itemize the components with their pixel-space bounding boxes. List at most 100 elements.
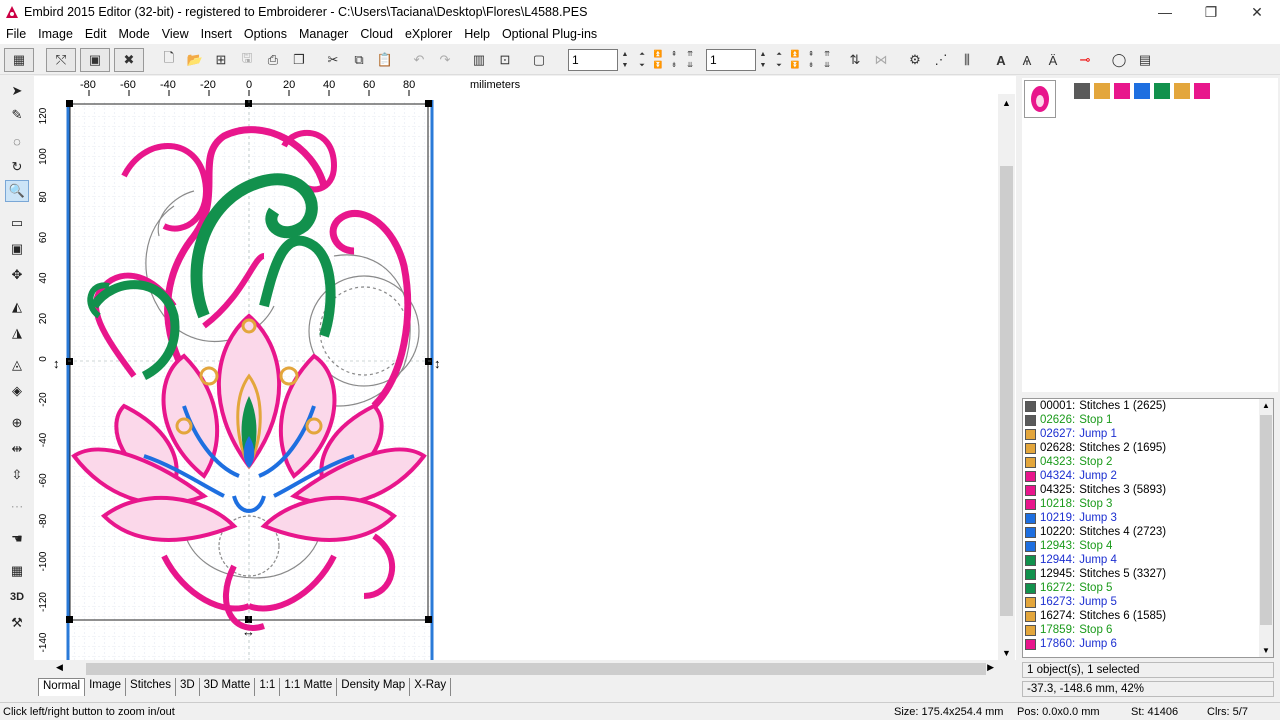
end-first-button[interactable]: ⏶ ⏷: [773, 49, 785, 71]
palette-swatch[interactable]: [1074, 83, 1090, 99]
tab-1-1[interactable]: 1:1: [255, 678, 281, 696]
menu-cloud[interactable]: Cloud: [354, 27, 399, 41]
page-icon[interactable]: ▦: [5, 560, 29, 582]
stitch-list-row[interactable]: 02627: Jump 1: [1023, 427, 1273, 441]
monogram-icon[interactable]: Ѧ: [1016, 49, 1038, 71]
stitch-list-row[interactable]: 16272: Stop 5: [1023, 581, 1273, 595]
freehand-select-icon[interactable]: ◌: [5, 130, 29, 152]
copy-page-icon[interactable]: ❐: [288, 49, 310, 71]
stitch-list-scrollbar[interactable]: ▲ ▼: [1259, 399, 1273, 657]
tab-density-map[interactable]: Density Map: [337, 678, 411, 696]
stitch-list-row[interactable]: 10218: Stop 3: [1023, 497, 1273, 511]
close-button[interactable]: ✕: [1234, 0, 1280, 24]
palette-swatch[interactable]: [1134, 83, 1150, 99]
end-next-button[interactable]: ⇈ ⇊: [821, 49, 833, 71]
end-jump-button[interactable]: ⏫ ⏬: [789, 49, 801, 71]
hand-icon[interactable]: ☚: [5, 528, 29, 550]
shape-icon[interactable]: ◯: [1108, 49, 1130, 71]
optimize-icon[interactable]: ⚙: [904, 49, 926, 71]
horizontal-scroll-thumb[interactable]: [86, 663, 986, 675]
stitch-list-row[interactable]: 17860: Jump 6: [1023, 637, 1273, 651]
machine-icon[interactable]: ⚒: [5, 612, 29, 634]
cut-icon[interactable]: ✂: [322, 49, 344, 71]
vertical-scroll-thumb[interactable]: [1000, 166, 1013, 616]
center-icon[interactable]: ⊕: [5, 412, 29, 434]
hoop-icon[interactable]: ▦: [4, 48, 34, 72]
align-v-icon[interactable]: ⇳: [5, 464, 29, 486]
menu-optional-plugins[interactable]: Optional Plug-ins: [496, 27, 603, 41]
zoom-icon[interactable]: 🔍: [5, 180, 29, 202]
disk-icon[interactable]: ▤: [1134, 49, 1156, 71]
node-icon[interactable]: ⋯: [5, 496, 29, 518]
stitch-list-row[interactable]: 00001: Stitches 1 (2625): [1023, 399, 1273, 413]
rotate-shape-icon[interactable]: ◈: [5, 380, 29, 402]
color-end-stepper[interactable]: ▲ ▼: [757, 49, 769, 71]
menu-edit[interactable]: Edit: [79, 27, 113, 41]
split-icon[interactable]: ⋈: [870, 49, 892, 71]
new-file-icon[interactable]: 🗋: [158, 49, 180, 71]
copy-icon[interactable]: ⧉: [348, 49, 370, 71]
menu-image[interactable]: Image: [32, 27, 79, 41]
jump-color-button[interactable]: ⏫ ⏬: [652, 49, 664, 71]
menu-mode[interactable]: Mode: [112, 27, 155, 41]
color-end-field[interactable]: 1: [706, 49, 756, 71]
stitch-list-row[interactable]: 12944: Jump 4: [1023, 553, 1273, 567]
palette-swatch[interactable]: [1174, 83, 1190, 99]
stop-icon[interactable]: ▢: [528, 49, 550, 71]
resize-v-icon-right[interactable]: ↕: [434, 356, 441, 371]
camera-icon[interactable]: ▣: [80, 48, 110, 72]
menu-options[interactable]: Options: [238, 27, 293, 41]
stitch-list-row[interactable]: 12945: Stitches 5 (3327): [1023, 567, 1273, 581]
tab-3d[interactable]: 3D: [176, 678, 200, 696]
list-scroll-down-icon[interactable]: ▼: [1262, 646, 1270, 655]
palette-swatch[interactable]: [1114, 83, 1130, 99]
stitch-list-row[interactable]: 04324: Jump 2: [1023, 469, 1273, 483]
stitch-list-row[interactable]: 16274: Stitches 6 (1585): [1023, 609, 1273, 623]
undo-icon[interactable]: ↶: [408, 49, 430, 71]
paste-icon[interactable]: 📋: [374, 49, 396, 71]
stitch-list-row[interactable]: 02628: Stitches 2 (1695): [1023, 441, 1273, 455]
move-icon[interactable]: ✥: [5, 264, 29, 286]
tab-stitches[interactable]: Stitches: [126, 678, 176, 696]
stitch-list-row[interactable]: 04323: Stop 2: [1023, 455, 1273, 469]
stitch-list-row[interactable]: 02626: Stop 1: [1023, 413, 1273, 427]
maximize-button[interactable]: ❐: [1188, 0, 1234, 24]
key-icon[interactable]: ⊸: [1074, 49, 1096, 71]
tab-normal[interactable]: Normal: [38, 678, 86, 696]
mirror-h-icon[interactable]: ◭: [5, 296, 29, 318]
scroll-left-icon[interactable]: ◀: [56, 662, 63, 673]
next-color-button[interactable]: ⇈ ⇊: [684, 49, 696, 71]
palette-swatch[interactable]: [1194, 83, 1210, 99]
lasso-icon[interactable]: ✎: [5, 104, 29, 126]
scroll-up-icon[interactable]: ▲: [1002, 98, 1011, 108]
color-start-field[interactable]: 1: [568, 49, 618, 71]
list-scroll-thumb[interactable]: [1260, 415, 1272, 625]
palette-swatch[interactable]: [1094, 83, 1110, 99]
stitch-list-row[interactable]: 16273: Jump 5: [1023, 595, 1273, 609]
first-color-button[interactable]: ⏶ ⏷: [636, 49, 648, 71]
menu-explorer[interactable]: eXplorer: [399, 27, 458, 41]
menu-manager[interactable]: Manager: [293, 27, 354, 41]
font-icon[interactable]: Ä: [1042, 49, 1064, 71]
tab-x-ray[interactable]: X-Ray: [410, 678, 452, 696]
prev-color-button[interactable]: ⇞ ⇟: [668, 49, 680, 71]
stitch-list-row[interactable]: 17859: Stop 6: [1023, 623, 1273, 637]
rotate-icon[interactable]: ↻: [5, 156, 29, 178]
stitch-list-row[interactable]: 10220: Stitches 4 (2723): [1023, 525, 1273, 539]
align-icon[interactable]: ⫼: [956, 49, 978, 71]
menu-insert[interactable]: Insert: [195, 27, 238, 41]
rectangle-icon[interactable]: ▭: [5, 212, 29, 234]
resize-v-icon[interactable]: ↕: [53, 356, 60, 371]
one-to-one-icon[interactable]: ▥: [468, 49, 490, 71]
align-h-icon[interactable]: ⇹: [5, 438, 29, 460]
scroll-down-icon[interactable]: ▼: [1002, 648, 1011, 658]
stitch-list[interactable]: 00001: Stitches 1 (2625) 02626: Stop 1 02627…: [1022, 398, 1274, 658]
color-start-stepper[interactable]: ▲ ▼: [619, 49, 631, 71]
end-prev-button[interactable]: ⇞ ⇟: [805, 49, 817, 71]
tab-image[interactable]: Image: [85, 678, 127, 696]
save-icon[interactable]: 🖫: [236, 49, 258, 71]
menu-view[interactable]: View: [156, 27, 195, 41]
minimize-button[interactable]: —: [1142, 0, 1188, 24]
redo-icon[interactable]: ↷: [434, 49, 456, 71]
palette-swatch[interactable]: [1154, 83, 1170, 99]
